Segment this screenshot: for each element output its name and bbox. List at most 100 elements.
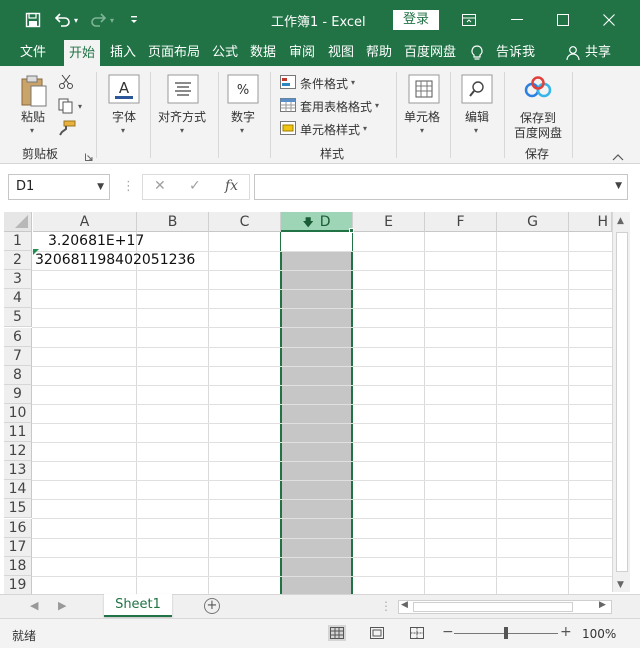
active-cell-d1[interactable] (281, 232, 352, 252)
name-box-dropdown-icon[interactable]: ▼ (97, 175, 104, 199)
row-header-14[interactable]: 14 (4, 480, 32, 499)
enter-icon[interactable]: ✓ (189, 178, 201, 194)
cancel-icon[interactable]: ✕ (154, 178, 166, 194)
collapse-ribbon-icon[interactable] (612, 150, 624, 164)
font-icon[interactable]: A (108, 74, 140, 107)
row-header-3[interactable]: 3 (4, 270, 32, 289)
zoom-in-button[interactable]: + (560, 624, 572, 640)
editing-dropdown-icon[interactable]: ▾ (474, 126, 478, 135)
column-header-f[interactable]: F (425, 212, 497, 232)
column-header-c[interactable]: C (209, 212, 281, 232)
cell-a2[interactable]: 320681198402051236 (35, 252, 195, 268)
row-header-15[interactable]: 15 (4, 499, 32, 518)
row-header-1[interactable]: 1 (4, 232, 32, 251)
sheet-nav-prev-icon[interactable]: ◀ (30, 599, 38, 612)
tab-review[interactable]: 审阅 (289, 40, 315, 66)
maximize-button[interactable] (540, 0, 586, 40)
row-header-17[interactable]: 17 (4, 538, 32, 557)
font-dropdown-icon[interactable]: ▾ (121, 126, 125, 135)
row-header-7[interactable]: 7 (4, 347, 32, 366)
number-as-text-indicator-icon[interactable] (33, 249, 39, 255)
minimize-button[interactable] (494, 0, 540, 40)
select-all-corner[interactable] (4, 212, 32, 232)
copy-icon[interactable] (58, 98, 74, 117)
scroll-up-icon[interactable]: ▲ (617, 216, 624, 226)
cells-dropdown-icon[interactable]: ▾ (420, 126, 424, 135)
number-format-icon[interactable]: % (227, 74, 259, 107)
tab-formulas[interactable]: 公式 (212, 40, 238, 66)
sheet-nav-next-icon[interactable]: ▶ (58, 599, 66, 612)
selected-column-d[interactable] (280, 232, 353, 594)
cells-label[interactable]: 单元格 (404, 108, 440, 125)
row-header-5[interactable]: 5 (4, 308, 32, 327)
formula-input[interactable]: ▼ (254, 174, 628, 200)
row-header-10[interactable]: 10 (4, 404, 32, 423)
row-header-11[interactable]: 11 (4, 423, 32, 442)
tab-view[interactable]: 视图 (328, 40, 354, 66)
normal-view-icon[interactable] (328, 625, 346, 641)
close-button[interactable] (586, 0, 632, 40)
cell-styles-icon[interactable] (280, 121, 296, 138)
alignment-icon[interactable] (167, 74, 199, 107)
tab-split-grip-icon[interactable]: ⋮ (380, 599, 392, 613)
page-break-preview-icon[interactable] (408, 625, 426, 641)
page-layout-view-icon[interactable] (368, 625, 386, 641)
number-dropdown-icon[interactable]: ▾ (240, 126, 244, 135)
format-as-table-button[interactable]: 套用表格格式 (300, 98, 372, 115)
column-header-a[interactable]: A (33, 212, 137, 232)
alignment-label[interactable]: 对齐方式 (158, 108, 206, 125)
row-header-6[interactable]: 6 (4, 328, 32, 347)
sheet-tab-sheet1[interactable]: Sheet1 (104, 594, 172, 617)
zoom-level[interactable]: 100% (582, 627, 616, 641)
row-header-16[interactable]: 16 (4, 519, 32, 538)
cell-a1[interactable]: 3.20681E+17 (48, 233, 144, 249)
editing-label[interactable]: 编辑 (465, 108, 489, 125)
row-header-13[interactable]: 13 (4, 461, 32, 480)
save-icon[interactable] (21, 8, 45, 32)
redo-dropdown-icon[interactable]: ▾ (106, 8, 118, 32)
number-label[interactable]: 数字 (231, 108, 255, 125)
column-header-h[interactable]: H (569, 212, 612, 232)
conditional-formatting-dropdown-icon[interactable]: ▾ (351, 78, 355, 87)
vertical-scrollbar[interactable]: ▲ ▼ (612, 212, 630, 592)
conditional-formatting-icon[interactable] (280, 75, 296, 92)
cells-icon[interactable] (408, 74, 440, 107)
font-label[interactable]: 字体 (112, 108, 136, 125)
fill-handle[interactable] (349, 228, 354, 233)
add-sheet-icon[interactable]: + (204, 598, 220, 614)
column-header-g[interactable]: G (497, 212, 569, 232)
copy-dropdown-icon[interactable]: ▾ (78, 102, 82, 111)
lightbulb-icon[interactable] (470, 40, 488, 66)
tab-file[interactable]: 文件 (20, 40, 46, 66)
tab-insert[interactable]: 插入 (110, 40, 136, 66)
format-as-table-dropdown-icon[interactable]: ▾ (375, 101, 379, 110)
zoom-slider-thumb[interactable] (504, 627, 508, 639)
row-header-19[interactable]: 19 (4, 576, 32, 594)
share-button[interactable]: 共享 (585, 40, 611, 66)
row-header-8[interactable]: 8 (4, 366, 32, 385)
paste-label[interactable]: 粘贴 (21, 108, 45, 125)
paste-icon[interactable] (20, 74, 48, 111)
tab-help[interactable]: 帮助 (366, 40, 392, 66)
row-header-9[interactable]: 9 (4, 385, 32, 404)
alignment-dropdown-icon[interactable]: ▾ (180, 126, 184, 135)
row-header-2[interactable]: 2 (4, 251, 32, 270)
scroll-left-icon[interactable]: ◀ (401, 600, 408, 610)
dialog-launcher-icon[interactable] (85, 150, 93, 164)
vertical-scroll-thumb[interactable] (616, 232, 628, 572)
tell-me-search[interactable]: 告诉我 (496, 40, 535, 66)
person-icon[interactable] (566, 40, 582, 66)
conditional-formatting-button[interactable]: 条件格式 (300, 75, 348, 92)
column-header-e[interactable]: E (353, 212, 425, 232)
customize-qat-icon[interactable] (122, 8, 146, 32)
row-header-18[interactable]: 18 (4, 557, 32, 576)
scroll-right-icon[interactable]: ▶ (599, 600, 606, 610)
editing-search-icon[interactable] (461, 74, 493, 107)
format-as-table-icon[interactable] (280, 98, 296, 115)
formula-expand-icon[interactable]: ▼ (615, 181, 622, 191)
format-painter-icon[interactable] (58, 120, 76, 139)
tab-data[interactable]: 数据 (250, 40, 276, 66)
row-header-12[interactable]: 12 (4, 442, 32, 461)
save-to-baidu-line2[interactable]: 百度网盘 (514, 124, 562, 141)
column-header-b[interactable]: B (137, 212, 209, 232)
